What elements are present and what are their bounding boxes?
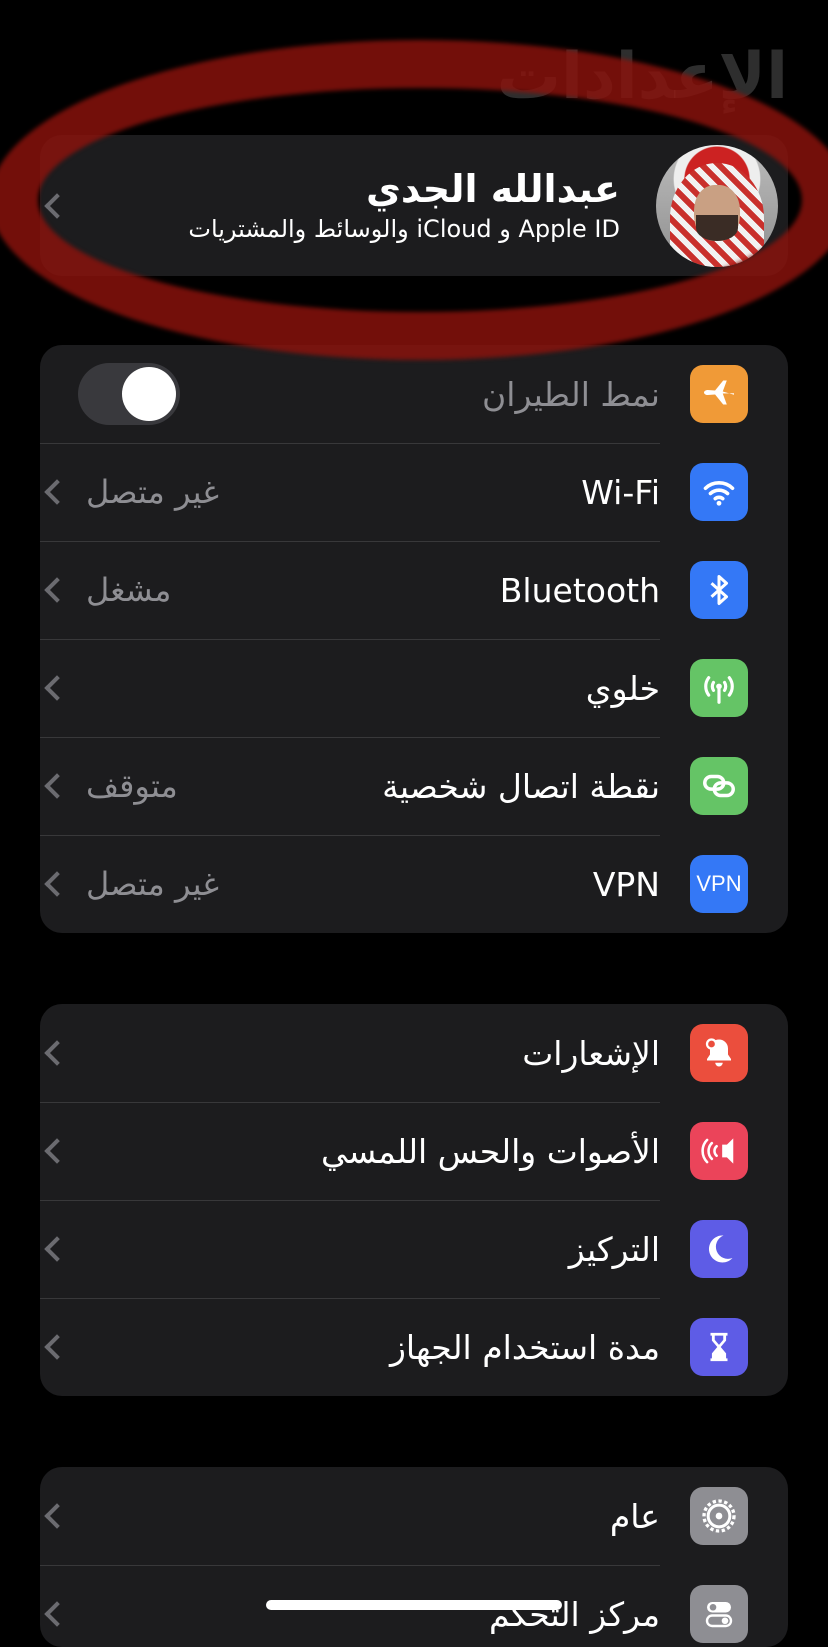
wifi-status: غير متصل — [86, 473, 219, 511]
vpn-icon: VPN — [690, 855, 748, 913]
profile-text: عبدالله الجدي Apple ID و iCloud والوسائط… — [72, 166, 628, 246]
airplane-mode-label: نمط الطيران — [482, 374, 660, 414]
gear-icon — [690, 1487, 748, 1545]
notifications-label: الإشعارات — [522, 1033, 660, 1073]
bluetooth-label: Bluetooth — [499, 570, 660, 610]
profile-subtitle: Apple ID و iCloud والوسائط والمشتريات — [188, 214, 620, 243]
cellular-label: خلوي — [585, 668, 660, 708]
hotspot-label: نقطة اتصال شخصية — [382, 766, 660, 806]
general-group: عام مركز التحكم — [40, 1467, 788, 1647]
sounds-label: الأصوات والحس اللمسي — [321, 1131, 660, 1171]
bell-icon — [690, 1024, 748, 1082]
avatar — [656, 144, 778, 267]
profile-name: عبدالله الجدي — [366, 166, 620, 211]
apple-id-profile-row[interactable]: عبدالله الجدي Apple ID و iCloud والوسائط… — [40, 135, 788, 276]
focus-label: التركيز — [568, 1229, 660, 1269]
chevron-left-icon — [44, 1138, 70, 1164]
bluetooth-icon — [690, 561, 748, 619]
chevron-left-icon — [44, 773, 70, 799]
chevron-left-icon — [44, 1236, 70, 1262]
chevron-left-icon — [44, 479, 70, 505]
cellular-antenna-icon — [690, 659, 748, 717]
hourglass-icon — [690, 1318, 748, 1376]
wifi-label: Wi-Fi — [581, 472, 660, 512]
wifi-icon — [690, 463, 748, 521]
row-bluetooth[interactable]: Bluetooth مشغل — [40, 541, 788, 639]
chevron-left-icon — [44, 1040, 70, 1066]
airplane-mode-toggle[interactable] — [78, 363, 180, 425]
chevron-left-icon — [44, 1601, 70, 1627]
row-general[interactable]: عام — [40, 1467, 788, 1565]
speaker-icon — [690, 1122, 748, 1180]
moon-icon — [690, 1220, 748, 1278]
row-focus[interactable]: التركيز — [40, 1200, 788, 1298]
chevron-left-icon — [44, 192, 70, 219]
row-screen-time[interactable]: مدة استخدام الجهاز — [40, 1298, 788, 1396]
chevron-left-icon — [44, 675, 70, 701]
switches-icon — [690, 1585, 748, 1643]
row-sounds-haptics[interactable]: الأصوات والحس اللمسي — [40, 1102, 788, 1200]
chevron-left-icon — [44, 1334, 70, 1360]
hotspot-status: متوقف — [86, 767, 178, 805]
toggle-knob — [122, 367, 176, 421]
settings-screen: الإعدادات عبدالله الجدي Apple ID و iClou… — [0, 0, 828, 1647]
bluetooth-status: مشغل — [86, 571, 172, 609]
row-notifications[interactable]: الإشعارات — [40, 1004, 788, 1102]
page-title: الإعدادات — [496, 40, 788, 114]
row-wifi[interactable]: Wi-Fi غير متصل — [40, 443, 788, 541]
row-airplane-mode: نمط الطيران — [40, 345, 788, 443]
vpn-status: غير متصل — [86, 865, 219, 903]
row-personal-hotspot[interactable]: نقطة اتصال شخصية متوقف — [40, 737, 788, 835]
home-indicator[interactable] — [266, 1600, 562, 1610]
airplane-icon — [690, 365, 748, 423]
row-cellular[interactable]: خلوي — [40, 639, 788, 737]
hotspot-icon — [690, 757, 748, 815]
connectivity-group: نمط الطيران Wi-Fi غير متصل Bluetooth مشغ… — [40, 345, 788, 933]
vpn-label: VPN — [592, 864, 660, 904]
chevron-left-icon — [44, 577, 70, 603]
general-label: عام — [609, 1496, 660, 1536]
screen-time-label: مدة استخدام الجهاز — [390, 1327, 660, 1367]
notifications-group: الإشعارات الأصوات والحس اللمسي التركيز م… — [40, 1004, 788, 1396]
row-vpn[interactable]: VPN VPN غير متصل — [40, 835, 788, 933]
chevron-left-icon — [44, 1503, 70, 1529]
chevron-left-icon — [44, 871, 70, 897]
